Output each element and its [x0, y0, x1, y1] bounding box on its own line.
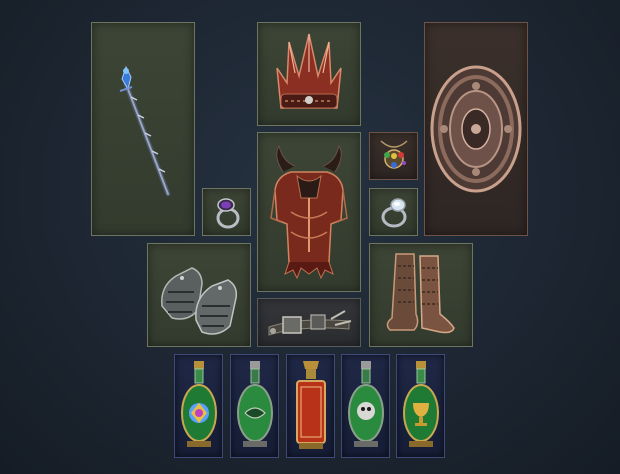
ring-left-slot[interactable]	[202, 188, 251, 236]
flask-slot-1[interactable]	[174, 354, 223, 458]
flask-slot-3[interactable]	[286, 354, 335, 458]
inventory-screen: { "equipment": { "weapon": {"icon": "sta…	[0, 0, 620, 474]
flask-slot-2[interactable]	[230, 354, 279, 458]
horned-chest-armour-icon	[270, 144, 348, 280]
buckled-belt-icon	[268, 309, 352, 336]
amulet-slot[interactable]	[369, 132, 418, 180]
body-armour-slot[interactable]	[257, 132, 361, 292]
crown-helmet-icon	[276, 33, 342, 109]
staff-icon	[119, 65, 171, 197]
boots-slot[interactable]	[369, 243, 473, 347]
gloves-slot[interactable]	[147, 243, 251, 347]
round-shield-icon	[430, 65, 522, 193]
offhand-slot[interactable]	[424, 22, 528, 236]
helmet-slot[interactable]	[257, 22, 361, 126]
flask-slot-4[interactable]	[341, 354, 390, 458]
red-bottle-flask-icon	[295, 361, 326, 449]
scaled-boots-icon	[386, 253, 455, 334]
flask-slot-5[interactable]	[396, 354, 445, 458]
skull-orb-flask-icon	[347, 361, 384, 447]
swirl-flask-icon	[236, 361, 273, 447]
amethyst-ring-icon	[216, 198, 239, 229]
gem-amulet-icon	[379, 140, 408, 169]
golden-chalice-flask-icon	[402, 361, 439, 447]
ring-right-slot[interactable]	[369, 188, 418, 236]
plate-gauntlets-icon	[161, 267, 238, 335]
belt-slot[interactable]	[257, 298, 361, 347]
moonstone-ring-icon	[381, 198, 406, 228]
weapon-slot[interactable]	[91, 22, 195, 236]
rainbow-gem-flask-icon	[180, 361, 217, 447]
